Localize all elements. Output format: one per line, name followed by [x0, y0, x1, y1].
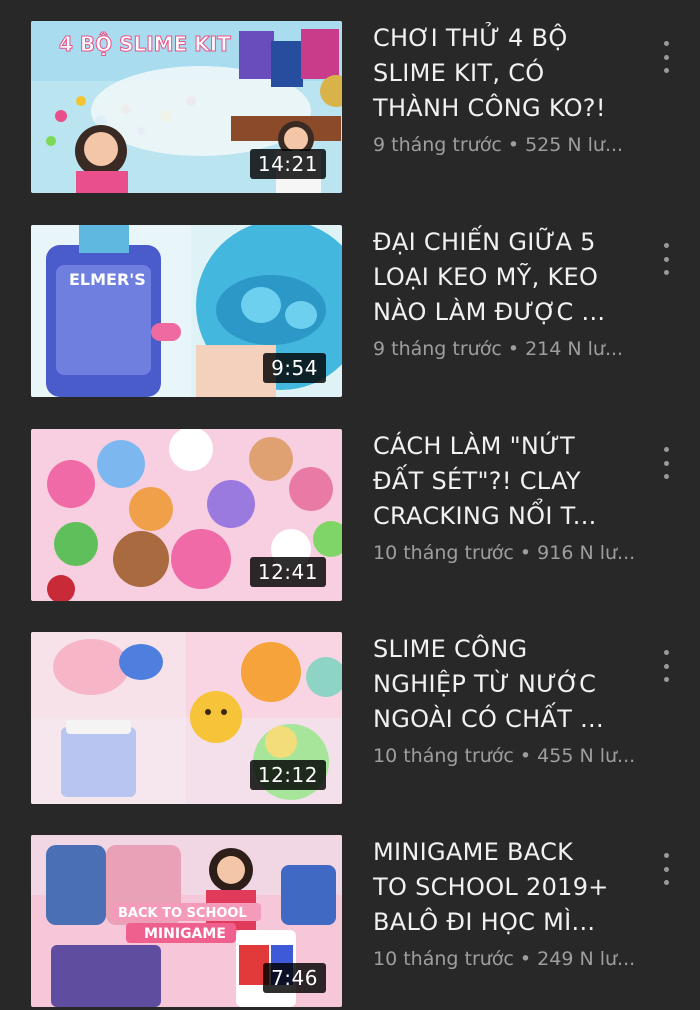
video-title[interactable]: ĐẠI CHIẾN GIỮA 5 LOẠI KEO MỸ, KEO NÀO LÀ…: [373, 225, 655, 330]
video-thumbnail[interactable]: 12:12: [31, 632, 342, 804]
video-item[interactable]: 4 BỘ SLIME KIT 14:21 CHƠI THỬ 4 BỘ SLIME…: [0, 21, 700, 196]
more-vert-icon[interactable]: [656, 851, 676, 887]
video-title[interactable]: CHƠI THỬ 4 BỘ SLIME KIT, CÓ THÀNH CÔNG K…: [373, 21, 655, 126]
video-item[interactable]: ELMER'S 9:54 ĐẠI CHIẾN GIỮA 5 LOẠI KEO M…: [0, 225, 700, 400]
more-vert-icon[interactable]: [656, 648, 676, 684]
video-info[interactable]: SLIME CÔNG NGHIỆP TỪ NƯỚC NGOÀI CÓ CHẤT …: [373, 632, 655, 767]
video-duration: 9:54: [263, 353, 326, 383]
video-thumbnail[interactable]: 12:41: [31, 429, 342, 601]
video-duration: 12:41: [249, 557, 326, 587]
video-duration: 14:21: [249, 149, 326, 179]
video-meta: 10 tháng trước • 455 N lư...: [373, 745, 636, 767]
video-title[interactable]: CÁCH LÀM "NỨT ĐẤT SÉT"?! CLAY CRACKING N…: [373, 429, 655, 534]
video-meta: 9 tháng trước • 214 N lư...: [373, 338, 624, 360]
thumbnail-caption: BACK TO SCHOOL: [118, 906, 247, 921]
more-vert-icon[interactable]: [656, 39, 676, 75]
video-info[interactable]: CHƠI THỬ 4 BỘ SLIME KIT, CÓ THÀNH CÔNG K…: [373, 21, 655, 156]
video-info[interactable]: CÁCH LÀM "NỨT ĐẤT SÉT"?! CLAY CRACKING N…: [373, 429, 655, 564]
video-meta: 10 tháng trước • 916 N lư...: [373, 542, 636, 564]
thumbnail-caption: 4 BỘ SLIME KIT: [59, 32, 231, 56]
video-info[interactable]: MINIGAME BACK TO SCHOOL 2019+ BALÔ ĐI HỌ…: [373, 835, 655, 970]
video-info[interactable]: ĐẠI CHIẾN GIỮA 5 LOẠI KEO MỸ, KEO NÀO LÀ…: [373, 225, 655, 360]
video-list: 4 BỘ SLIME KIT 14:21 CHƠI THỬ 4 BỘ SLIME…: [0, 0, 700, 1007]
thumbnail-caption: ELMER'S: [69, 270, 146, 289]
video-item[interactable]: 12:41 CÁCH LÀM "NỨT ĐẤT SÉT"?! CLAY CRAC…: [0, 429, 700, 604]
video-duration: 7:46: [263, 963, 326, 993]
video-item[interactable]: 12:12 SLIME CÔNG NGHIỆP TỪ NƯỚC NGOÀI CÓ…: [0, 632, 700, 807]
video-duration: 12:12: [249, 760, 326, 790]
video-thumbnail[interactable]: 4 BỘ SLIME KIT 14:21: [31, 21, 342, 193]
video-meta: 10 tháng trước • 249 N lư...: [373, 948, 636, 970]
video-thumbnail[interactable]: BACK TO SCHOOL MINIGAME 7:46: [31, 835, 342, 1007]
more-vert-icon[interactable]: [656, 445, 676, 481]
video-item[interactable]: BACK TO SCHOOL MINIGAME 7:46 MINIGAME BA…: [0, 835, 700, 1010]
video-meta: 9 tháng trước • 525 N lư...: [373, 134, 624, 156]
video-thumbnail[interactable]: ELMER'S 9:54: [31, 225, 342, 397]
video-title[interactable]: MINIGAME BACK TO SCHOOL 2019+ BALÔ ĐI HỌ…: [373, 835, 655, 940]
more-vert-icon[interactable]: [656, 241, 676, 277]
thumbnail-caption: MINIGAME: [144, 926, 226, 942]
video-title[interactable]: SLIME CÔNG NGHIỆP TỪ NƯỚC NGOÀI CÓ CHẤT …: [373, 632, 655, 737]
